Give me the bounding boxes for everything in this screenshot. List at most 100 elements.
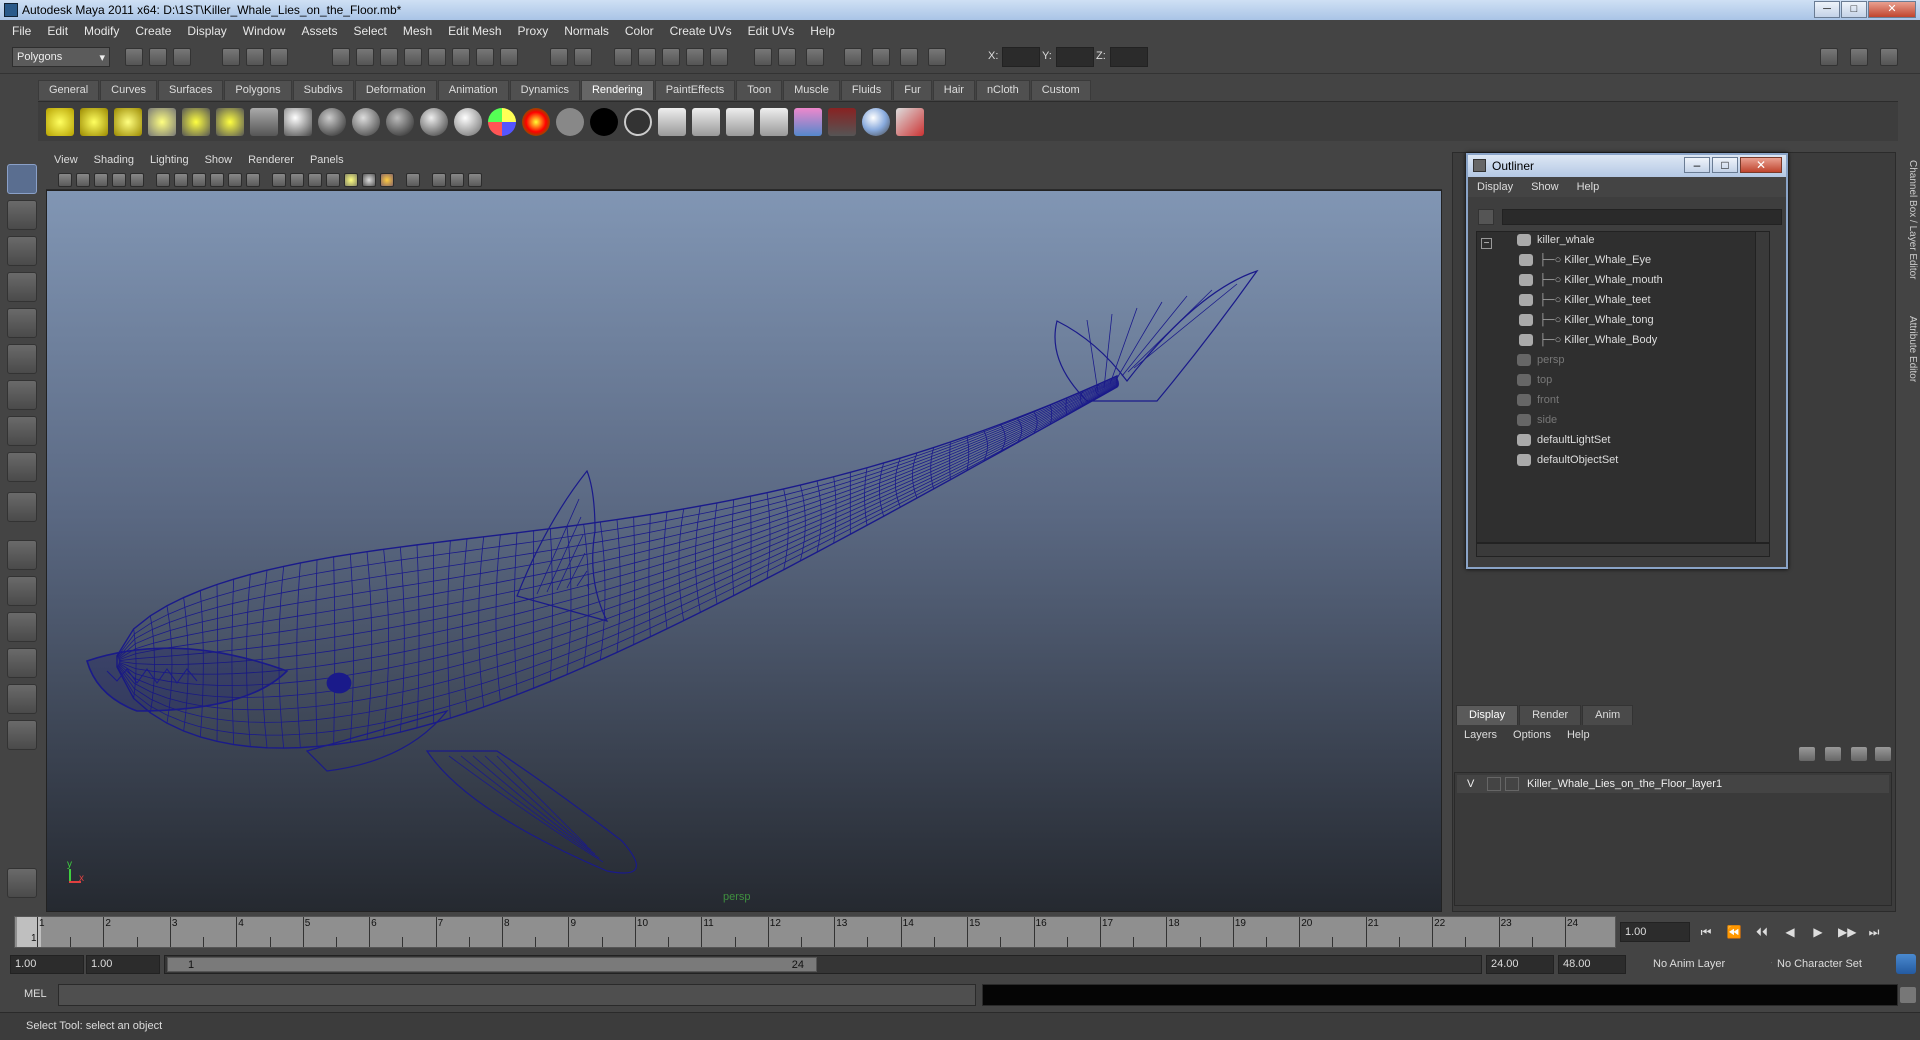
menu-select[interactable]: Select [345, 24, 394, 38]
scale-tool-icon[interactable] [7, 344, 37, 374]
spot-light-icon[interactable] [148, 108, 176, 136]
snap-live-icon[interactable] [476, 48, 494, 66]
select-object-icon[interactable] [246, 48, 264, 66]
ipr-icon[interactable] [692, 108, 720, 136]
layer-menu-layers[interactable]: Layers [1456, 729, 1505, 741]
outliner-item[interactable]: defaultObjectSet [1517, 454, 1618, 472]
current-time-field[interactable]: 1.00 [1620, 922, 1690, 942]
y-field[interactable] [1056, 47, 1094, 67]
persp-graph-layout-icon[interactable] [7, 648, 37, 678]
go-to-end-icon[interactable]: ⏭ [1866, 924, 1882, 940]
start-time-field[interactable]: 1.00 [10, 955, 84, 974]
menu-help[interactable]: Help [802, 24, 843, 38]
tool-settings-icon[interactable] [844, 48, 862, 66]
shelf-tab-surfaces[interactable]: Surfaces [157, 80, 224, 100]
layer-tab-render[interactable]: Render [1519, 705, 1582, 725]
new-scene-icon[interactable] [125, 48, 143, 66]
menu-display[interactable]: Display [179, 24, 234, 38]
smooth-shade-icon[interactable] [290, 173, 304, 187]
viewport-menu-panels[interactable]: Panels [302, 154, 352, 166]
camera-icon[interactable] [250, 108, 278, 136]
relative-transform-icon[interactable] [928, 48, 946, 66]
outliner-item[interactable]: ├─○ Killer_Whale_teet [1519, 294, 1651, 312]
directional-light-icon[interactable] [80, 108, 108, 136]
end-time-field[interactable]: 48.00 [1558, 955, 1626, 974]
character-set-selector[interactable]: No Character Set [1772, 955, 1888, 974]
shadows-icon[interactable] [380, 173, 394, 187]
menu-proxy[interactable]: Proxy [510, 24, 557, 38]
menu-edit-mesh[interactable]: Edit Mesh [440, 24, 509, 38]
whale-wireframe-mesh[interactable] [47, 191, 1442, 912]
command-input[interactable] [58, 984, 976, 1006]
render-current-icon[interactable] [658, 108, 686, 136]
layer-playback-toggle[interactable] [1487, 777, 1501, 791]
grid-icon[interactable] [156, 173, 170, 187]
safe-action-icon[interactable] [130, 173, 144, 187]
layer-menu-help[interactable]: Help [1559, 729, 1598, 741]
outliner-menu-show[interactable]: Show [1522, 181, 1568, 193]
shelf-tab-deformation[interactable]: Deformation [354, 80, 437, 100]
attribute-editor-icon[interactable] [806, 48, 824, 66]
isolate-select-icon[interactable] [406, 173, 420, 187]
viewport-menu-lighting[interactable]: Lighting [142, 154, 197, 166]
snap-plane-icon[interactable] [404, 48, 422, 66]
range-slider-handle[interactable]: 1 24 [167, 957, 817, 972]
viewport-menu-view[interactable]: View [46, 154, 86, 166]
persp-outliner-layout-icon[interactable] [7, 612, 37, 642]
shelf-tab-fluids[interactable]: Fluids [840, 80, 893, 100]
input-output-icon[interactable] [574, 48, 592, 66]
outliner-maximize-button[interactable]: □ [1712, 157, 1738, 173]
step-back-key-icon[interactable]: ⏪ [1726, 924, 1742, 940]
shelf-tab-curves[interactable]: Curves [100, 80, 157, 100]
select-hierarchy-icon[interactable] [222, 48, 240, 66]
outliner-item[interactable]: ├─○ Killer_Whale_tong [1519, 314, 1654, 332]
batch-render-icon[interactable] [726, 108, 754, 136]
close-button[interactable]: ✕ [1868, 1, 1916, 18]
outliner-minimize-button[interactable]: – [1684, 157, 1710, 173]
surface-shader-icon[interactable] [556, 108, 584, 136]
snap-curve-icon[interactable] [356, 48, 374, 66]
image-plane-icon[interactable] [112, 173, 126, 187]
outliner-menu-help[interactable]: Help [1568, 181, 1609, 193]
hypershade-shelf-icon[interactable] [794, 108, 822, 136]
range-slider[interactable]: 1 24 [164, 955, 1482, 974]
maximize-button[interactable]: □ [1841, 1, 1867, 18]
layer-color-swatch[interactable] [1505, 777, 1519, 791]
ramp-shader-icon[interactable] [488, 108, 516, 136]
outliner-filter-input[interactable] [1502, 209, 1782, 225]
show-manipulator-icon[interactable] [7, 452, 37, 482]
outliner-item[interactable]: top [1517, 374, 1552, 392]
shelf-tab-painteffects[interactable]: PaintEffects [654, 80, 736, 100]
layer-editor-icon[interactable] [900, 48, 918, 66]
textured-icon[interactable] [326, 173, 340, 187]
snap-view-icon[interactable] [452, 48, 470, 66]
film-gate-icon[interactable] [174, 173, 188, 187]
xray-joints-icon[interactable] [450, 173, 464, 187]
perspective-viewport[interactable]: persp y x [46, 190, 1442, 912]
menu-create[interactable]: Create [127, 24, 179, 38]
select-tool-icon[interactable] [7, 164, 37, 194]
menu-window[interactable]: Window [235, 24, 294, 38]
step-back-frame-icon[interactable]: ⏴⏴ [1754, 924, 1770, 940]
menu-modify[interactable]: Modify [76, 24, 127, 38]
viewport-menu-shading[interactable]: Shading [86, 154, 142, 166]
layer-menu-options[interactable]: Options [1505, 729, 1559, 741]
playback-start-field[interactable]: 1.00 [86, 955, 160, 974]
outliner-item[interactable]: ├─○ Killer_Whale_mouth [1519, 274, 1663, 292]
paint-brush-icon[interactable] [896, 108, 924, 136]
move-layer-down-icon[interactable] [1825, 747, 1841, 761]
shelf-tab-general[interactable]: General [38, 80, 100, 100]
hypershade-icon[interactable] [686, 48, 704, 66]
resolution-gate-icon[interactable] [192, 173, 206, 187]
step-forward-frame-icon[interactable]: ▶▶ [1838, 924, 1856, 940]
layer-name[interactable]: Killer_Whale_Lies_on_the_Floor_layer1 [1527, 778, 1722, 790]
new-empty-layer-icon[interactable] [1851, 747, 1867, 761]
quick-layout-icon[interactable] [7, 868, 37, 898]
color-shader-icon[interactable] [522, 108, 550, 136]
phong-icon[interactable] [352, 108, 380, 136]
wireframe-icon[interactable] [272, 173, 286, 187]
outliner-item[interactable]: ├─○ Killer_Whale_Body [1519, 334, 1657, 352]
layer-visibility-toggle[interactable]: V [1467, 778, 1474, 790]
shelf-tab-subdivs[interactable]: Subdivs [292, 80, 354, 100]
persp-hypershade-layout-icon[interactable] [7, 684, 37, 714]
